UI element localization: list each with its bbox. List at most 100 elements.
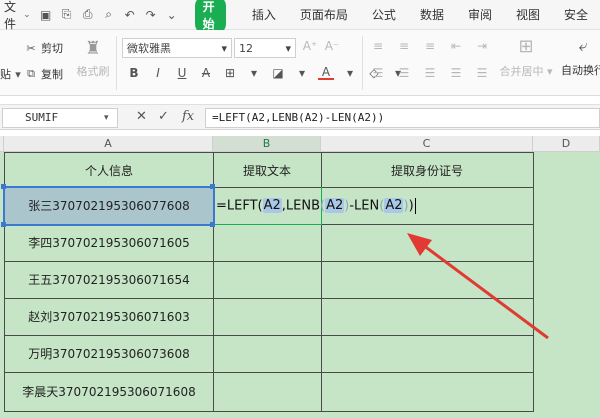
column-header-d[interactable]: D <box>533 136 600 152</box>
menu-tabs: 插入 页面布局 公式 数据 审阅 视图 安全 <box>240 6 600 23</box>
cell-c3[interactable] <box>321 224 534 262</box>
more-chevron-icon[interactable]: ⌄ <box>165 8 179 22</box>
cell-c5[interactable] <box>321 298 534 336</box>
save-icon[interactable]: ▣ <box>39 8 53 22</box>
column-header-a[interactable]: A <box>4 136 213 152</box>
cell-c6[interactable] <box>321 335 534 373</box>
strikethrough-button[interactable]: A <box>198 66 214 80</box>
ribbon: 贴 ▾ ✂ 剪切 ⧉ 复制 ♜ 格式刷 微软雅黑 ▾ 12 ▾ A⁺ A⁻ B … <box>0 30 600 96</box>
wrap-text-icon: ⤶ <box>578 36 588 55</box>
cell-c7[interactable] <box>321 372 534 412</box>
cell-a5[interactable]: 赵刘370702195306071603 <box>4 298 214 336</box>
format-painter-button[interactable]: ♜ 格式刷 <box>76 38 110 79</box>
selection-handle[interactable] <box>1 184 6 189</box>
cell-c4[interactable] <box>321 261 534 299</box>
justify-icon[interactable]: ☰ <box>448 66 464 80</box>
redo-icon[interactable]: ↷ <box>144 8 158 22</box>
paste-button[interactable]: 贴 ▾ <box>0 66 22 82</box>
tab-review[interactable]: 审阅 <box>456 6 504 23</box>
align-right-icon[interactable]: ☰ <box>422 66 438 80</box>
file-menu[interactable]: 文件 ⌄ <box>0 0 31 32</box>
align-middle-icon[interactable]: ≡ <box>396 39 412 53</box>
tab-insert[interactable]: 插入 <box>240 6 288 23</box>
tab-data[interactable]: 数据 <box>408 6 456 23</box>
export-pdf-icon[interactable]: ⎘ <box>60 7 74 22</box>
chevron-down-icon[interactable]: ▾ <box>342 66 358 80</box>
auto-wrap-button[interactable]: ⤶ 自动换行 <box>558 36 600 78</box>
formula-token: ,LENB <box>281 198 321 213</box>
print-preview-icon[interactable]: ⌕ <box>102 7 116 22</box>
cell-a7[interactable]: 李晨天370702195306071608 <box>4 372 214 412</box>
cell-b1[interactable]: 提取文本 <box>213 152 322 188</box>
merge-center-button[interactable]: ⊞ 合并居中 ▾ <box>496 36 556 79</box>
copy-button[interactable]: ⧉ 复制 <box>24 66 63 82</box>
font-color-button[interactable]: A <box>318 66 334 80</box>
formula-ref: A2 <box>325 198 345 213</box>
tab-start[interactable]: 开始 <box>194 0 226 34</box>
tab-page-layout[interactable]: 页面布局 <box>288 6 360 23</box>
underline-button[interactable]: U <box>174 66 190 80</box>
font-name-value: 微软雅黑 <box>127 42 171 55</box>
tab-formulas[interactable]: 公式 <box>360 6 408 23</box>
font-size-select[interactable]: 12 ▾ <box>234 38 296 58</box>
selection-handle[interactable] <box>1 222 6 227</box>
distributed-icon[interactable]: ☰ <box>474 66 490 80</box>
cell-a2[interactable]: 张三370702195306077608 <box>4 187 214 225</box>
divider <box>116 36 117 90</box>
cancel-icon[interactable]: ✕ <box>136 109 147 124</box>
cut-label: 剪切 <box>41 42 63 55</box>
cell-a3[interactable]: 李四370702195306071605 <box>4 224 214 262</box>
chevron-down-icon: ▾ <box>15 67 21 81</box>
insert-function-icon[interactable]: fx <box>182 109 194 124</box>
formula-ref: A2 <box>262 198 282 213</box>
format-painter-label: 格式刷 <box>76 65 110 78</box>
cell-b3[interactable] <box>213 224 322 262</box>
copy-icon: ⧉ <box>27 67 35 80</box>
font-name-select[interactable]: 微软雅黑 ▾ <box>122 38 232 58</box>
column-header-c[interactable]: C <box>321 136 533 152</box>
copy-label: 复制 <box>41 68 63 81</box>
confirm-icon[interactable]: ✓ <box>158 109 169 124</box>
indent-decrease-icon[interactable]: ⇤ <box>448 39 464 53</box>
fill-color-icon[interactable]: ◪ <box>270 66 286 80</box>
cell-a6[interactable]: 万明370702195306073608 <box>4 335 214 373</box>
cell-b4[interactable] <box>213 261 322 299</box>
italic-button[interactable]: I <box>150 66 166 80</box>
decrease-font-icon[interactable]: A⁻ <box>324 39 340 53</box>
name-box[interactable]: SUMIF <box>2 108 118 128</box>
undo-icon[interactable]: ↶ <box>123 8 137 22</box>
selection-handle[interactable] <box>210 222 215 227</box>
cell-b5[interactable] <box>213 298 322 336</box>
tab-view[interactable]: 视图 <box>504 6 552 23</box>
align-left-icon[interactable]: ☰ <box>370 66 386 80</box>
cell-b7[interactable] <box>213 372 322 412</box>
tab-security[interactable]: 安全 <box>552 6 600 23</box>
bold-button[interactable]: B <box>126 66 142 80</box>
scissors-icon: ✂ <box>26 41 36 55</box>
align-center-icon[interactable]: ☰ <box>396 66 412 80</box>
column-header-b[interactable]: B <box>213 136 321 152</box>
formula-input[interactable]: =LEFT(A2,LENB(A2)-LEN(A2)) <box>205 108 600 128</box>
chevron-down-icon[interactable]: ▾ <box>294 66 310 80</box>
chevron-down-icon[interactable]: ▾ <box>246 66 262 80</box>
formula-token: -LEN <box>349 198 380 213</box>
cell-b2-editor[interactable]: =LEFT(A2,LENB(A2)-LEN(A2)) <box>213 187 416 225</box>
print-icon[interactable]: ⎙ <box>81 7 95 22</box>
indent-increase-icon[interactable]: ⇥ <box>474 39 490 53</box>
align-top-icon[interactable]: ≡ <box>370 39 386 53</box>
cell-c1[interactable]: 提取身份证号 <box>321 152 534 188</box>
chevron-down-icon[interactable]: ▾ <box>104 113 109 123</box>
border-icon[interactable]: ⊞ <box>222 66 238 80</box>
align-bottom-icon[interactable]: ≡ <box>422 39 438 53</box>
font-format-buttons: B I U A ⊞ ▾ ◪ ▾ A ▾ ◇ ▾ <box>126 66 406 80</box>
cell-b6[interactable] <box>213 335 322 373</box>
cut-button[interactable]: ✂ 剪切 <box>24 40 63 56</box>
cell-d1[interactable] <box>533 152 600 188</box>
cell-a4[interactable]: 王五370702195306071654 <box>4 261 214 299</box>
selection-handle[interactable] <box>210 184 215 189</box>
formula-ref: A2 <box>384 198 404 213</box>
increase-font-icon[interactable]: A⁺ <box>302 39 318 53</box>
merge-cells-icon: ⊞ <box>518 36 534 57</box>
formula-token: ) <box>408 198 414 213</box>
cell-a1[interactable]: 个人信息 <box>4 152 214 188</box>
